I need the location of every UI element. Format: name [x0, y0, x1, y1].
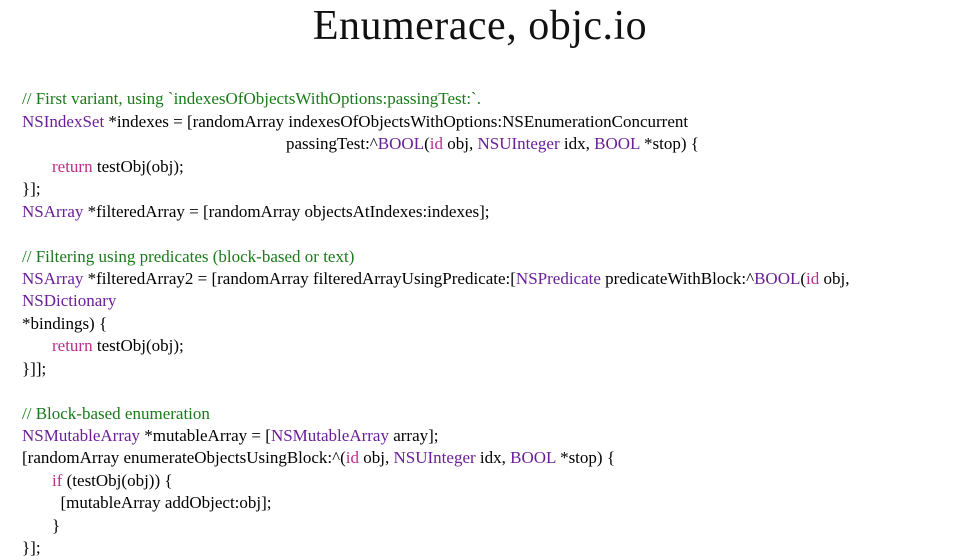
code-type: BOOL [510, 448, 556, 467]
code-line-indent: passingTest:^BOOL(id obj, NSUInteger idx… [22, 133, 699, 155]
code-text: passingTest:^ [286, 134, 378, 153]
code-text: *bindings) { [22, 314, 107, 333]
code-type: NSIndexSet [22, 112, 104, 131]
code-comment: // First variant, using `indexesOfObject… [22, 89, 481, 108]
code-line-indent: return testObj(obj); [22, 335, 184, 357]
code-keyword: if [52, 471, 62, 490]
code-line-indent: if (testObj(obj)) { [22, 470, 173, 492]
code-type: BOOL [754, 269, 800, 288]
code-line-indent: [mutableArray addObject:obj]; [22, 492, 272, 514]
code-text: idx, [476, 448, 510, 467]
code-text: obj, [819, 269, 853, 288]
slide-title: Enumerace, objc.io [22, 2, 938, 50]
code-text: array]; [389, 426, 439, 445]
code-text: *stop) { [556, 448, 615, 467]
code-text: [mutableArray addObject:obj]; [61, 493, 272, 512]
code-type: NSMutableArray [271, 426, 389, 445]
code-comment: // Block-based enumeration [22, 404, 210, 423]
code-text: (testObj(obj)) { [62, 471, 172, 490]
code-text: [randomArray enumerateObjectsUsingBlock:… [22, 448, 346, 467]
code-type: NSUInteger [477, 134, 559, 153]
code-text: }]; [22, 538, 41, 557]
code-keyword: id [806, 269, 819, 288]
code-text: testObj(obj); [93, 157, 184, 176]
code-keyword: id [430, 134, 443, 153]
code-block: // First variant, using `indexesOfObject… [22, 66, 938, 560]
code-type: NSArray [22, 269, 83, 288]
code-comment: // Filtering using predicates (block-bas… [22, 247, 354, 266]
code-keyword: id [346, 448, 359, 467]
code-text: obj, [443, 134, 477, 153]
code-type: BOOL [594, 134, 640, 153]
code-text: predicateWithBlock:^ [601, 269, 754, 288]
code-text: } [52, 516, 60, 535]
code-text: *filteredArray2 = [randomArray filteredA… [83, 269, 516, 288]
code-text: *mutableArray = [ [140, 426, 271, 445]
code-type: NSDictionary [22, 291, 116, 310]
code-type: NSMutableArray [22, 426, 140, 445]
code-text: *stop) { [640, 134, 699, 153]
code-type: NSUInteger [394, 448, 476, 467]
slide-body: Enumerace, objc.io // First variant, usi… [0, 2, 960, 560]
code-text: }]]; [22, 359, 46, 378]
code-line-indent: return testObj(obj); [22, 156, 184, 178]
code-text: *indexes = [randomArray indexesOfObjects… [104, 112, 688, 131]
code-type: NSArray [22, 202, 83, 221]
code-text: }]; [22, 179, 41, 198]
code-text: idx, [560, 134, 594, 153]
code-type: BOOL [378, 134, 424, 153]
code-type: NSPredicate [516, 269, 601, 288]
code-text: *filteredArray = [randomArray objectsAtI… [83, 202, 489, 221]
code-text: obj, [359, 448, 393, 467]
code-line-indent: } [22, 515, 60, 537]
code-keyword: return [52, 336, 93, 355]
code-keyword: return [52, 157, 93, 176]
code-text: testObj(obj); [93, 336, 184, 355]
